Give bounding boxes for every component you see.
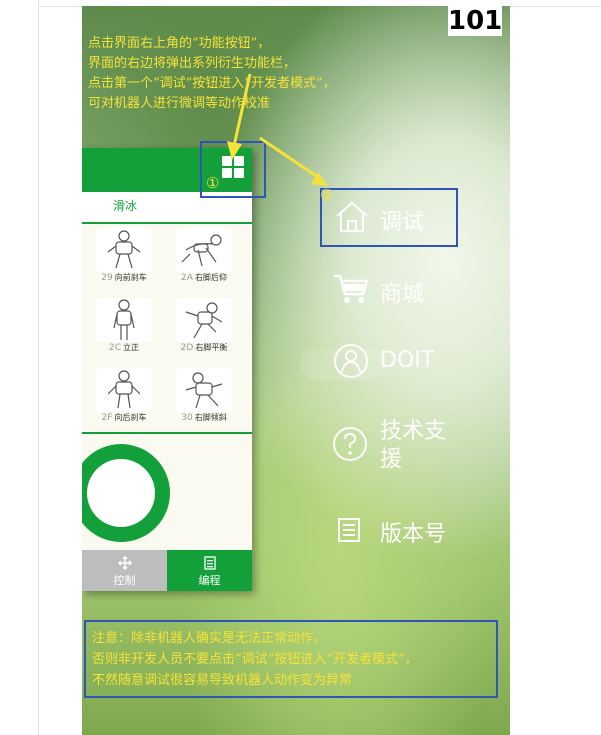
menu-item-support[interactable]: 技术支 援 bbox=[380, 418, 446, 474]
menu-item-store[interactable]: 商城 bbox=[380, 276, 424, 308]
document-left-edge bbox=[38, 0, 39, 735]
note-line-1: 注意：除非机器人确实是无法正常动作， bbox=[92, 631, 327, 646]
menu-item-version[interactable]: 版本号 bbox=[380, 516, 446, 548]
doit-logo-icon[interactable] bbox=[332, 342, 370, 384]
menu-item-debug[interactable]: 调试 bbox=[380, 204, 424, 236]
warning-note: 注意：除非机器人确实是无法正常动作， 否则非开发人员不要点击“调试”按钮进入“开… bbox=[84, 620, 498, 698]
home-icon[interactable] bbox=[334, 200, 370, 238]
note-line-3: 不然随意调试很容易导致机器人动作变为异常 bbox=[92, 673, 353, 688]
note-line-2: 否则非开发人员不要点击“调试”按钮进入“开发者模式”， bbox=[92, 652, 418, 667]
shopping-cart-icon[interactable] bbox=[332, 272, 370, 310]
phone-screenshot: 点击界面右上角的“功能按钮”， 界面的右边将弹出系列衍生功能栏， 点击第一个“调… bbox=[82, 6, 510, 735]
help-question-icon[interactable] bbox=[332, 426, 368, 466]
menu-item-support-line-1: 技术支 bbox=[380, 419, 447, 444]
page-number: 101 bbox=[448, 6, 503, 36]
version-list-icon[interactable] bbox=[338, 518, 360, 546]
menu-item-support-line-2: 援 bbox=[380, 447, 403, 472]
menu-item-doit[interactable]: DOIT bbox=[380, 348, 434, 373]
